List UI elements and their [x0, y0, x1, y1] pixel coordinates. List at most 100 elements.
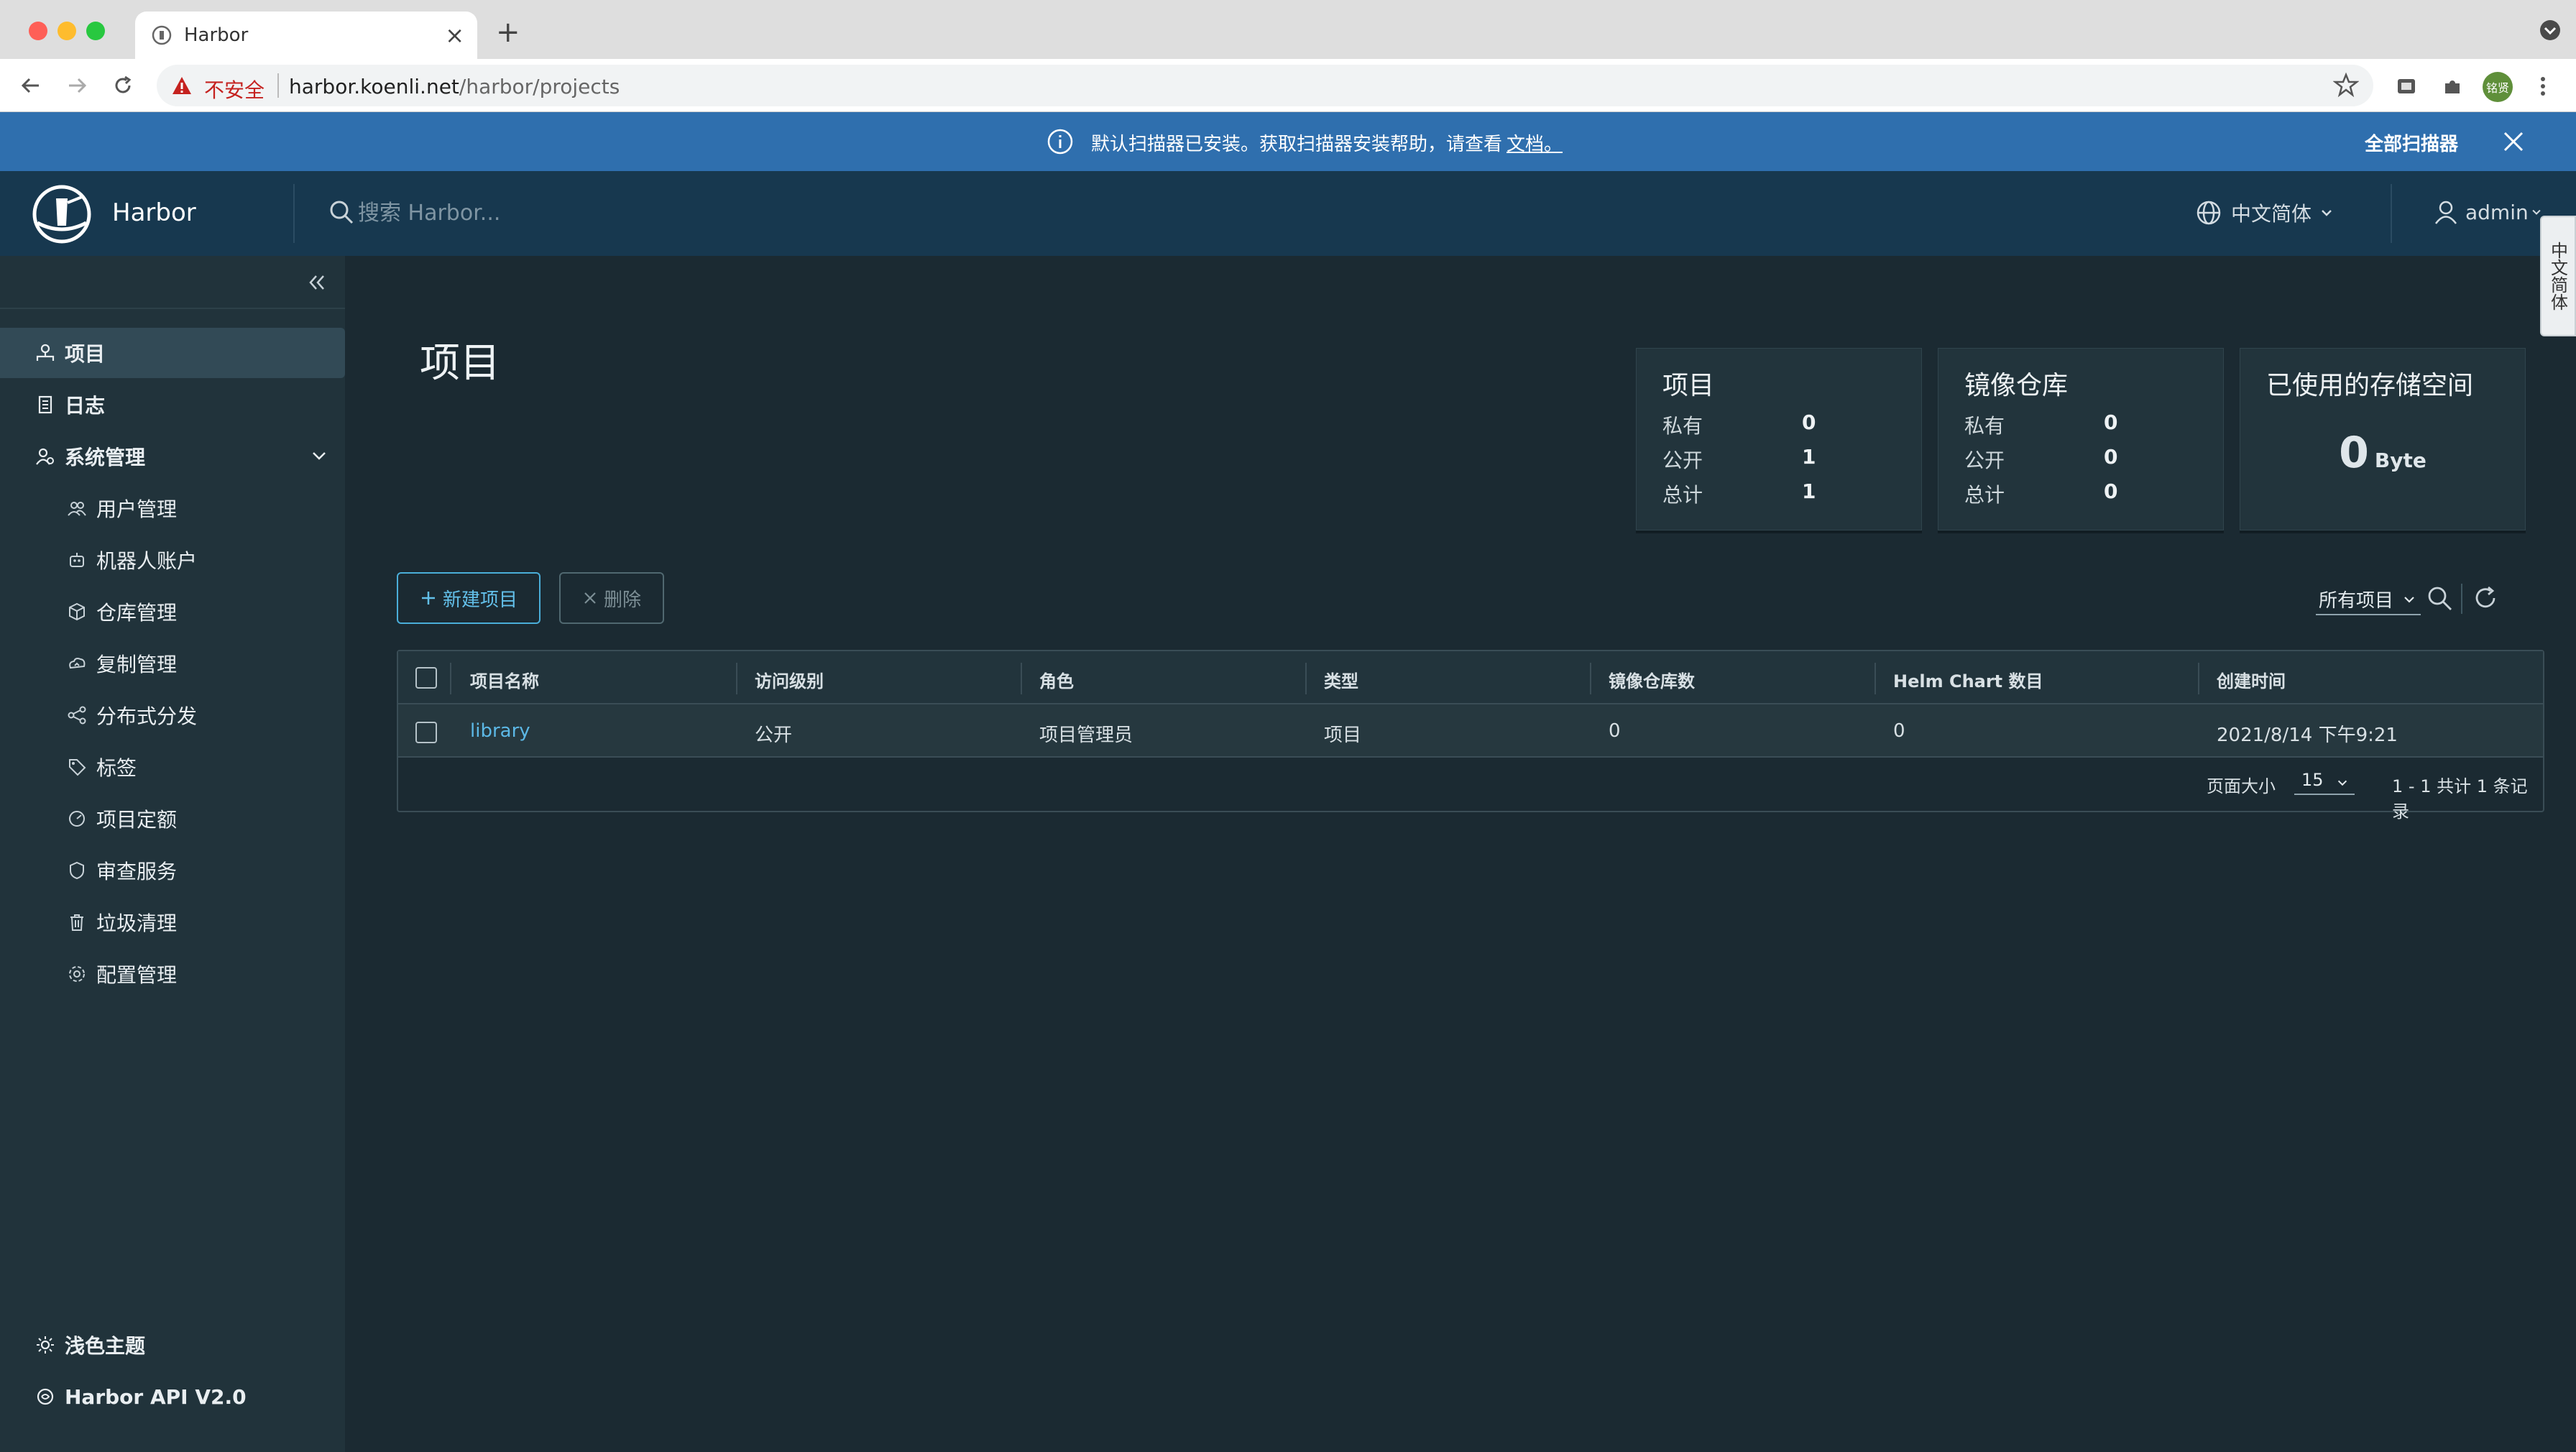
- delete-label: 删除: [604, 585, 641, 612]
- column-header-role[interactable]: 角色: [1039, 667, 1074, 692]
- chevron-down-icon: [2319, 205, 2334, 221]
- column-header-name[interactable]: 项目名称: [470, 667, 539, 692]
- total-count: 0: [2104, 479, 2117, 503]
- new-tab-icon[interactable]: +: [496, 16, 520, 49]
- sidebar-item-robots[interactable]: 机器人账户: [0, 535, 345, 585]
- column-header-access[interactable]: 访问级别: [755, 667, 824, 692]
- table-row[interactable]: library 公开 项目管理员 项目 0 0 2021/8/14 下午9:21: [398, 704, 2543, 758]
- sidebar-item-registries[interactable]: 仓库管理: [0, 587, 345, 637]
- sidebar-item-users[interactable]: 用户管理: [0, 483, 345, 533]
- sidebar-item-interrogation[interactable]: 审查服务: [0, 845, 345, 896]
- plus-icon: [420, 589, 437, 607]
- forward-icon[interactable]: [62, 70, 92, 101]
- sidebar-item-logs[interactable]: 日志: [0, 380, 345, 430]
- close-icon: [582, 590, 598, 606]
- sidebar-item-label: 用户管理: [96, 494, 177, 523]
- row-checkbox[interactable]: [415, 722, 437, 743]
- global-search-input[interactable]: [356, 196, 932, 230]
- card-title: 已使用的存储空间: [2266, 364, 2473, 402]
- puzzle-icon[interactable]: [2438, 72, 2467, 101]
- sidebar-item-projects[interactable]: 项目: [0, 328, 345, 378]
- project-filter-select[interactable]: 所有项目: [2316, 584, 2421, 615]
- users-icon: [65, 496, 89, 520]
- browser-menu-icon[interactable]: [2529, 72, 2557, 101]
- scanner-banner: 默认扫描器已安装。获取扫描器安装帮助，请查看文档。 全部扫描器: [0, 112, 2576, 171]
- sidebar-item-labels[interactable]: 标签: [0, 742, 345, 792]
- repos-summary-card: 镜像仓库 私有 0 公开 0 总计 0: [1938, 348, 2224, 530]
- extension-icon[interactable]: [2392, 72, 2421, 101]
- sidebar-item-label: 机器人账户: [96, 546, 197, 574]
- banner-doc-link[interactable]: 文档。: [1506, 134, 1563, 155]
- bookmark-star-icon[interactable]: [2333, 72, 2359, 98]
- tab-search-icon[interactable]: [2537, 17, 2563, 43]
- language-selector[interactable]: 中文简体: [2195, 198, 2343, 227]
- language-label: 中文简体: [2231, 198, 2312, 227]
- close-window-button[interactable]: [29, 22, 47, 40]
- url-path: /harbor/projects: [459, 75, 620, 98]
- shield-icon: [65, 858, 89, 883]
- back-icon[interactable]: [16, 70, 46, 101]
- floating-side-tab[interactable]: 中文简体: [2540, 216, 2576, 336]
- chevron-down-icon: [2336, 776, 2349, 789]
- sidebar-item-gc[interactable]: 垃圾清理: [0, 897, 345, 947]
- user-name: admin: [2465, 201, 2529, 224]
- column-header-created[interactable]: 创建时间: [2217, 667, 2286, 692]
- sidebar-item-label: 配置管理: [96, 960, 177, 988]
- public-label: 公开: [1964, 445, 2005, 474]
- refresh-icon[interactable]: [2471, 584, 2500, 612]
- address-separator: [277, 73, 279, 98]
- log-icon: [33, 392, 58, 417]
- browser-tab[interactable]: Harbor ×: [135, 12, 477, 59]
- project-name-link[interactable]: library: [470, 720, 530, 742]
- sidebar-item-label: 复制管理: [96, 649, 177, 678]
- column-separator: [1874, 663, 1876, 694]
- public-count: 0: [2104, 445, 2117, 469]
- storage-number: 0: [2339, 428, 2369, 478]
- sidebar-item-replication[interactable]: 复制管理: [0, 638, 345, 689]
- new-project-button[interactable]: 新建项目: [397, 572, 540, 624]
- insecure-label: 不安全: [204, 75, 264, 104]
- banner-message: 默认扫描器已安装。获取扫描器安装帮助，请查看: [1091, 134, 1502, 155]
- page-size-select[interactable]: 15: [2294, 766, 2355, 795]
- robot-icon: [65, 548, 89, 572]
- column-separator: [450, 663, 451, 694]
- brand-name: Harbor: [112, 198, 196, 227]
- all-scanners-link[interactable]: 全部扫描器: [2365, 129, 2458, 156]
- column-separator: [1021, 663, 1022, 694]
- sidebar-divider: [0, 308, 345, 309]
- pagination-summary: 1 - 1 共计 1 条记录: [2392, 772, 2543, 822]
- maximize-window-button[interactable]: [86, 22, 105, 40]
- sidebar-item-config[interactable]: 配置管理: [0, 949, 345, 999]
- theme-toggle[interactable]: 浅色主题: [0, 1320, 345, 1370]
- profile-avatar[interactable]: 铭贤: [2483, 72, 2513, 102]
- column-header-repos[interactable]: 镜像仓库数: [1609, 667, 1695, 692]
- browser-toolbar: 不安全 harbor.koenli.net/harbor/projects 铭贤: [0, 59, 2576, 112]
- header-divider: [293, 184, 295, 243]
- sidebar-item-distribution[interactable]: 分布式分发: [0, 690, 345, 740]
- banner-close-icon[interactable]: [2500, 128, 2527, 155]
- table-header: 项目名称 访问级别 角色 类型 镜像仓库数 Helm Chart 数目 创建时间: [398, 651, 2543, 704]
- sidebar-item-admin[interactable]: 系统管理: [0, 431, 345, 482]
- column-header-type[interactable]: 类型: [1324, 667, 1358, 692]
- address-bar[interactable]: 不安全 harbor.koenli.net/harbor/projects: [157, 65, 2373, 106]
- sidebar-item-quotas[interactable]: 项目定额: [0, 794, 345, 844]
- private-label: 私有: [1662, 410, 1703, 439]
- total-label: 总计: [1662, 479, 1703, 508]
- chevron-down-icon[interactable]: [309, 446, 329, 466]
- collapse-sidebar-icon[interactable]: [306, 272, 328, 293]
- registry-icon: [65, 599, 89, 624]
- delete-button[interactable]: 删除: [559, 572, 664, 624]
- tab-close-icon[interactable]: ×: [445, 22, 464, 49]
- reload-icon[interactable]: [108, 70, 138, 101]
- harbor-logo-icon[interactable]: [32, 184, 92, 244]
- select-all-checkbox[interactable]: [415, 667, 437, 689]
- column-header-charts[interactable]: Helm Chart 数目: [1893, 667, 2043, 692]
- public-count: 1: [1802, 445, 1816, 469]
- projects-icon: [33, 341, 58, 365]
- app-header: Harbor 中文简体 admin: [0, 171, 2576, 256]
- minimize-window-button[interactable]: [58, 22, 76, 40]
- search-icon[interactable]: [2425, 584, 2454, 612]
- api-link[interactable]: Harbor API V2.0: [0, 1371, 345, 1422]
- user-menu[interactable]: admin: [2432, 198, 2549, 226]
- sidebar-item-label: 项目定额: [96, 804, 177, 833]
